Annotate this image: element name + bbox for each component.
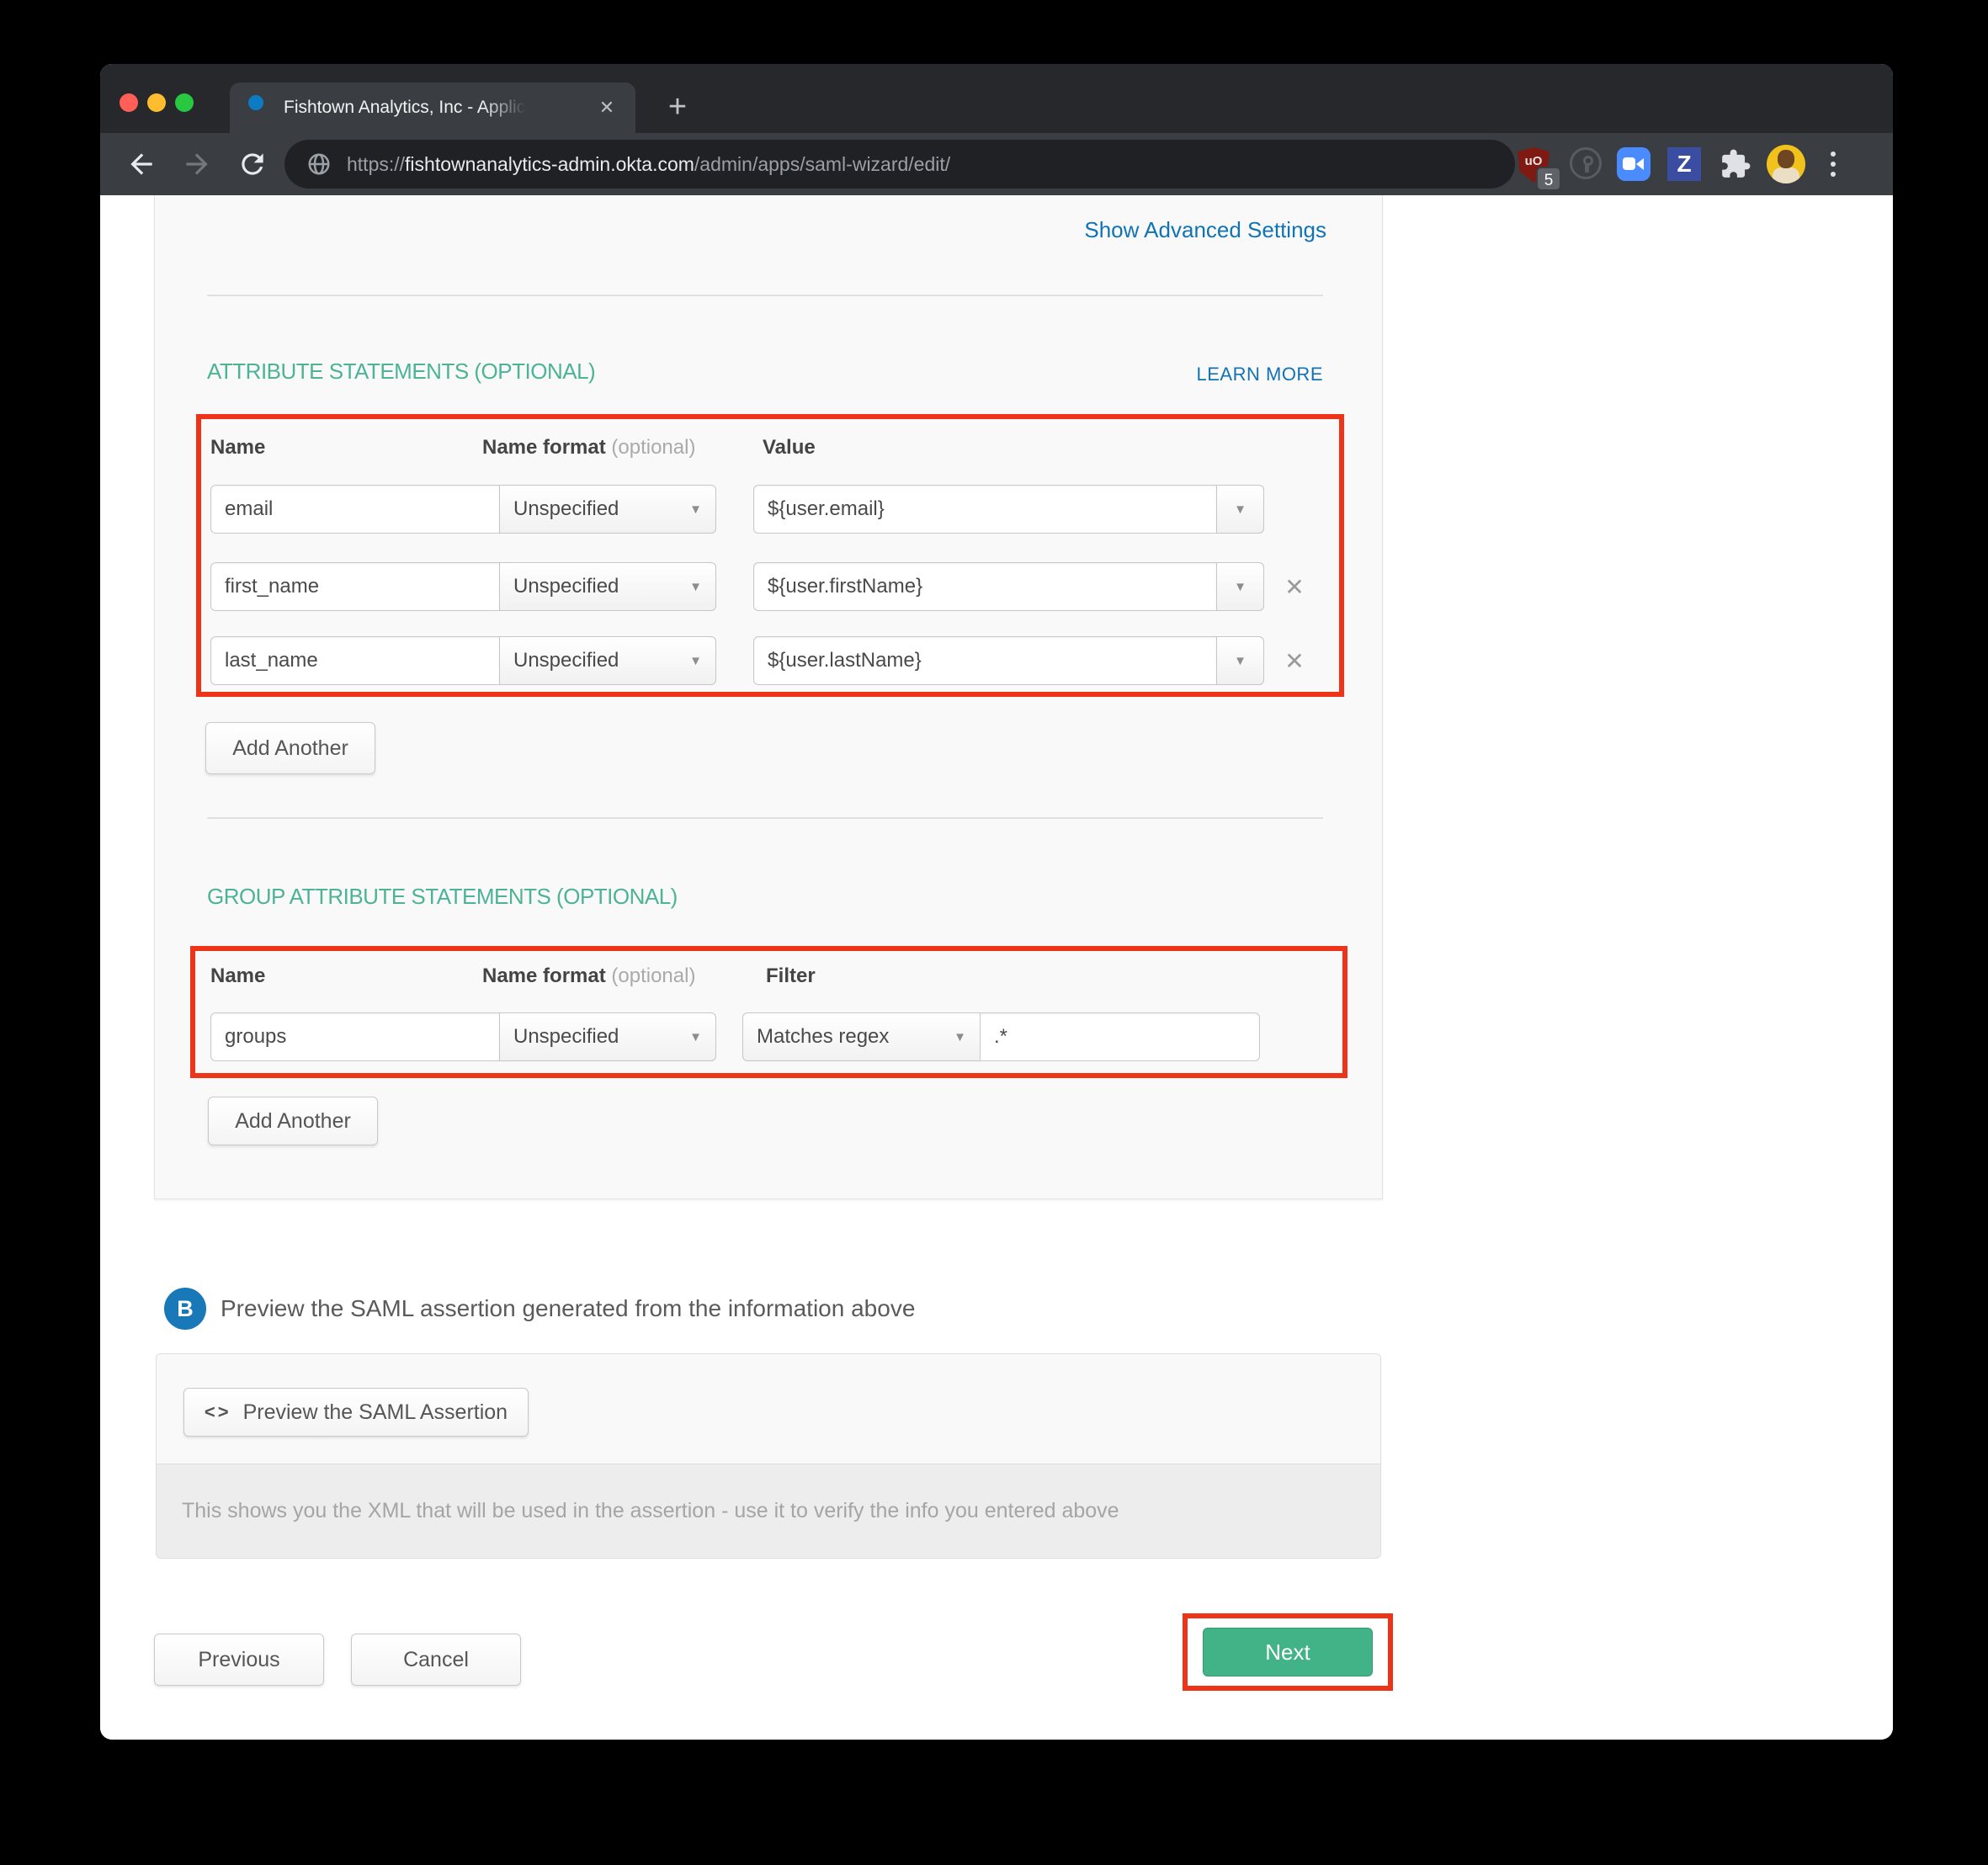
chevron-down-icon: ▼ [689,502,702,517]
chrome-menu-icon[interactable] [1831,146,1836,182]
value-dropdown-button[interactable]: ▼ [1216,636,1264,685]
attribute-value-input[interactable] [753,485,1217,534]
profile-avatar[interactable] [1767,145,1805,183]
column-header-value: Value [763,436,816,460]
forward-icon[interactable] [181,148,213,180]
new-tab-button[interactable]: + [654,82,701,133]
previous-button[interactable]: Previous [154,1634,324,1686]
name-format-select[interactable]: Unspecified▼ [499,636,716,685]
okta-saml-wizard-page: Show Advanced Settings ATTRIBUTE STATEME… [100,195,1893,1740]
remove-row-button[interactable]: ✕ [1264,636,1325,685]
column-header-filter: Filter [766,964,816,988]
tab-close-icon[interactable]: ✕ [590,82,624,133]
divider [207,295,1323,296]
column-header-name-format: Name format (optional) [482,964,695,988]
code-brackets-icon: <> [205,1401,231,1423]
chevron-down-icon: ▼ [689,654,702,668]
value-dropdown-button[interactable]: ▼ [1216,485,1264,534]
chevron-down-icon: ▼ [954,1030,966,1044]
column-header-name: Name [210,436,265,460]
chevron-down-icon: ▼ [1234,654,1246,668]
attribute-row: Unspecified▼ ▼ ✕ [210,562,1325,611]
attribute-row: Unspecified▼ ▼ [210,485,1264,534]
chevron-down-icon: ▼ [1234,502,1246,517]
traffic-light-zoom[interactable] [175,93,194,112]
ublock-badge: 5 [1536,167,1561,191]
name-format-select[interactable]: Unspecified▼ [499,562,716,611]
attribute-name-input[interactable] [210,562,500,611]
name-format-select[interactable]: Unspecified▼ [499,485,716,534]
divider [207,817,1323,819]
extensions-puzzle-icon[interactable] [1720,148,1751,184]
group-attribute-row: Unspecified▼ Matches regex▼ [210,1012,1260,1061]
screenshot-background: Fishtown Analytics, Inc - Applic ✕ + htt… [0,0,1988,1865]
preview-panel: <> Preview the SAML Assertion This shows… [156,1353,1381,1559]
add-another-button[interactable]: Add Another [208,1097,378,1145]
url-host: fishtownanalytics-admin.okta.com [405,153,694,175]
attribute-name-input[interactable] [210,485,500,534]
column-header-name-format: Name format (optional) [482,436,695,460]
browser-tab[interactable]: Fishtown Analytics, Inc - Applic ✕ [230,82,635,133]
next-button-annotation-box: Next [1183,1613,1393,1691]
url-bar[interactable]: https://fishtownanalytics-admin.okta.com… [284,140,1515,189]
z-extension-icon[interactable]: Z [1667,147,1701,181]
saml-settings-card: Show Advanced Settings ATTRIBUTE STATEME… [154,195,1383,1199]
browser-window: Fishtown Analytics, Inc - Applic ✕ + htt… [100,64,1893,1740]
cancel-button[interactable]: Cancel [351,1634,521,1686]
chevron-down-icon: ▼ [1234,580,1246,594]
back-icon[interactable] [125,148,157,180]
name-format-select[interactable]: Unspecified▼ [499,1012,716,1061]
attribute-name-input[interactable] [210,636,500,685]
browser-toolbar: https://fishtownanalytics-admin.okta.com… [100,133,1893,195]
url-text: https://fishtownanalytics-admin.okta.com… [347,140,950,189]
add-another-button[interactable]: Add Another [205,722,375,774]
filter-value-input[interactable] [980,1012,1260,1061]
traffic-light-close[interactable] [120,93,138,112]
reload-icon[interactable] [237,148,268,180]
attribute-row: Unspecified▼ ▼ ✕ [210,636,1325,685]
attribute-statements-title: ATTRIBUTE STATEMENTS (OPTIONAL) [207,359,595,385]
next-button[interactable]: Next [1203,1628,1373,1676]
chevron-down-icon: ▼ [689,1030,702,1044]
step-b-badge: B [164,1288,206,1330]
value-dropdown-button[interactable]: ▼ [1216,562,1264,611]
group-name-input[interactable] [210,1012,500,1061]
tab-strip: Fishtown Analytics, Inc - Applic ✕ + [100,64,1893,133]
url-path: /admin/apps/saml-wizard/edit/ [694,153,950,175]
group-attribute-statements-title: GROUP ATTRIBUTE STATEMENTS (OPTIONAL) [207,884,678,910]
tab-title-fade [482,82,526,133]
remove-row-button[interactable]: ✕ [1264,562,1325,611]
preview-saml-assertion-button[interactable]: <> Preview the SAML Assertion [183,1388,529,1437]
chevron-down-icon: ▼ [689,580,702,594]
show-advanced-settings-link[interactable]: Show Advanced Settings [1084,217,1326,243]
attribute-value-input[interactable] [753,636,1217,685]
onepassword-extension-icon[interactable] [1570,147,1602,179]
attribute-value-input[interactable] [753,562,1217,611]
traffic-light-minimize[interactable] [147,93,166,112]
learn-more-link[interactable]: LEARN MORE [1197,364,1323,385]
zoom-extension-icon[interactable] [1617,147,1650,181]
preview-section-heading: Preview the SAML assertion generated fro… [221,1295,915,1322]
okta-favicon-icon [248,95,263,110]
url-scheme: https:// [347,153,405,175]
preview-panel-note: This shows you the XML that will be used… [157,1464,1380,1558]
filter-type-select[interactable]: Matches regex▼ [742,1012,981,1061]
globe-icon [306,151,332,177]
column-header-name: Name [210,964,265,988]
